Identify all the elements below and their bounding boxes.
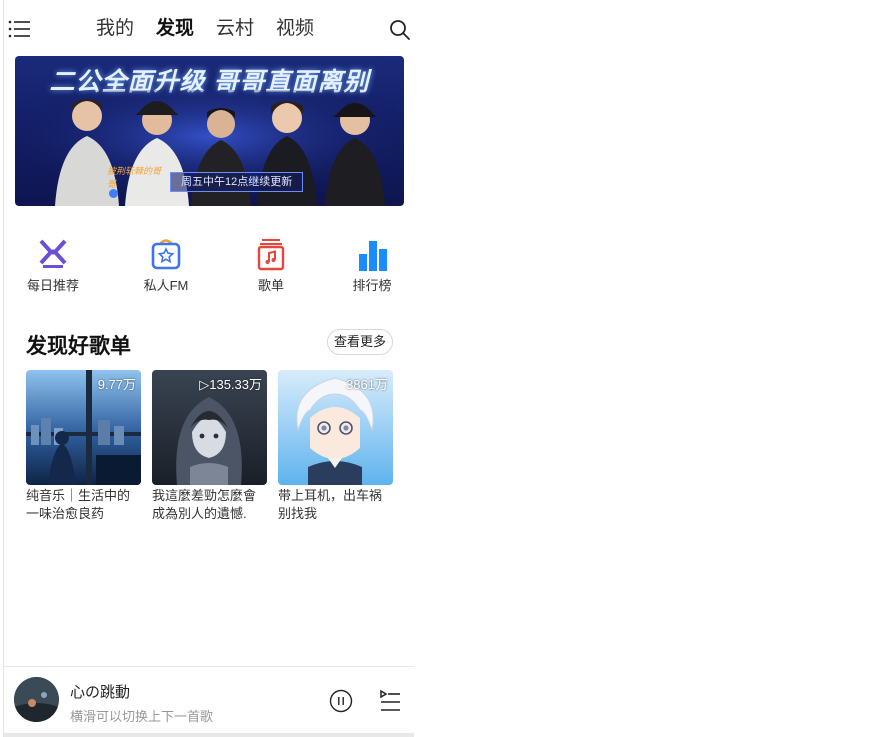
now-playing-cover[interactable] (14, 677, 59, 722)
hamburger-menu-icon[interactable] (8, 20, 30, 38)
top-bar: 我的 发现 云村 视频 (4, 0, 414, 58)
quick-nav-daily[interactable]: 每日推荐 (13, 236, 93, 294)
ranking-icon (359, 241, 387, 271)
playlist-card[interactable]: 3861万 带上耳机，出车祸别找我 (278, 370, 393, 523)
playlist-title: 纯音乐｜生活中的一味治愈良药 (26, 488, 131, 521)
search-icon[interactable] (389, 19, 411, 41)
play-count: 3861万 (346, 377, 388, 392)
playlist-cover: ▷135.33万 (152, 370, 267, 485)
section-title: 发现好歌单 (26, 335, 131, 358)
now-playing-art (14, 677, 59, 722)
playlist-cards: 9.77万 纯音乐｜生活中的一味治愈良药 ▷135.33万 我這麼差勁怎麼會成為 (26, 370, 396, 530)
top-tabs: 我的 发现 云村 视频 (96, 16, 336, 42)
mini-player: 心の跳動 横滑可以切换上下一首歌 (4, 666, 414, 737)
playlist-icon (257, 239, 285, 271)
quick-nav-label: 排行榜 (352, 278, 392, 293)
tab-discover[interactable]: 发现 (156, 16, 194, 42)
playlist-title: 我這麼差勁怎麼會成為別人的遺憾. (152, 488, 257, 521)
play-count: ▷135.33万 (199, 377, 262, 392)
quick-nav-fm[interactable]: 私人FM (126, 236, 206, 294)
quick-nav-ranking[interactable]: 排行榜 (332, 236, 412, 294)
quick-nav-playlist[interactable]: 歌单 (231, 236, 311, 294)
tab-mine[interactable]: 我的 (96, 16, 134, 42)
playlist-title: 带上耳机，出车祸别找我 (278, 488, 383, 521)
daily-recommend-icon (39, 239, 67, 268)
play-count: 9.77万 (97, 377, 136, 392)
banner-subtitle: 周五中午12点继续更新 (170, 172, 304, 192)
pause-circle-icon[interactable] (329, 689, 353, 713)
app-screen: 我的 发现 云村 视频 二公全面升级 哥哥直面离别 披荆斩棘的哥哥 周五中午12… (3, 0, 414, 737)
playlist-card[interactable]: 9.77万 纯音乐｜生活中的一味治愈良药 (26, 370, 141, 523)
playlist-card[interactable]: ▷135.33万 我這麼差勁怎麼會成為別人的遺憾. (152, 370, 267, 523)
playlist-queue-icon[interactable] (379, 689, 401, 713)
promo-banner[interactable]: 二公全面升级 哥哥直面离别 披荆斩棘的哥哥 周五中午12点继续更新 (15, 56, 404, 206)
playlist-cover: 3861万 (278, 370, 393, 485)
tab-video[interactable]: 视频 (276, 16, 314, 42)
swipe-hint: 横滑可以切换上下一首歌 (70, 709, 214, 724)
view-more-button[interactable]: 查看更多 (327, 329, 393, 355)
quick-nav-label: 每日推荐 (26, 278, 79, 293)
banner-indicator-dot[interactable] (109, 189, 118, 198)
quick-nav-label: 私人FM (143, 278, 189, 293)
quick-nav-label: 歌单 (257, 278, 284, 293)
quick-nav: 每日推荐 私人FM 歌单 排行榜 (4, 236, 414, 296)
show-logo: 披荆斩棘的哥哥 (107, 166, 162, 189)
now-playing-title: 心の跳動 (70, 684, 131, 701)
tab-community[interactable]: 云村 (216, 16, 254, 42)
playlist-cover: 9.77万 (26, 370, 141, 485)
bottom-divider (4, 733, 414, 737)
personal-fm-icon (151, 239, 181, 270)
